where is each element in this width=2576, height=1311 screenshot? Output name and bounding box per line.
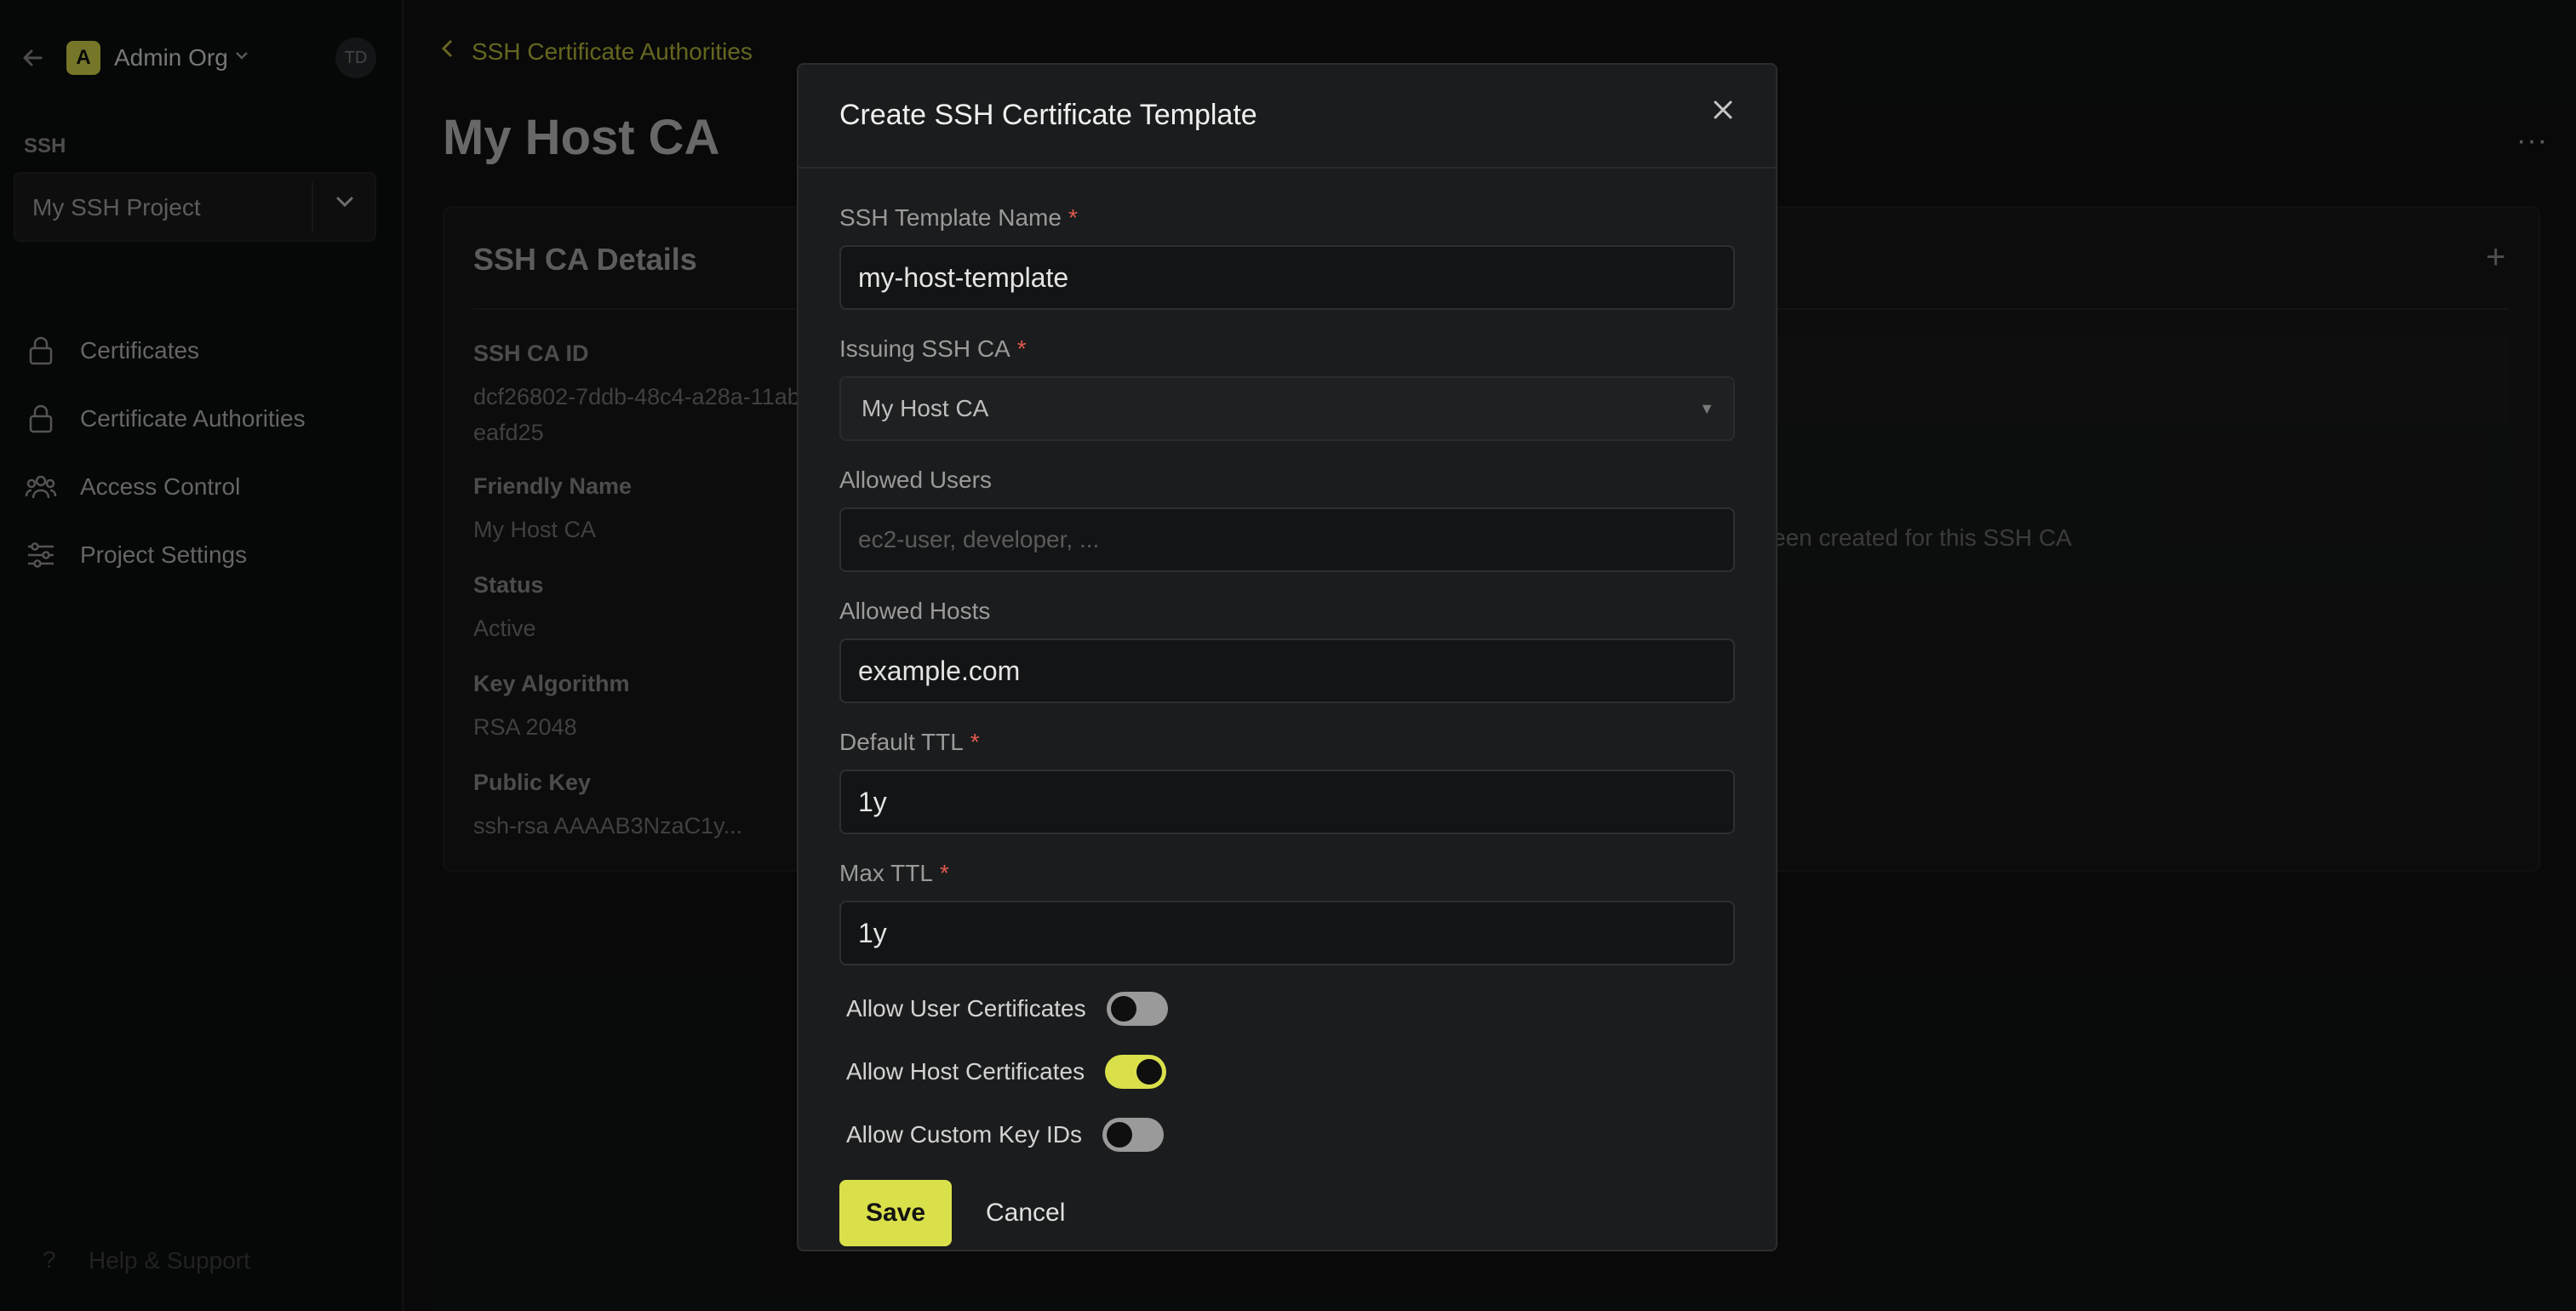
- allow-user-certificates-row: Allow User Certificates: [846, 988, 1168, 1030]
- create-template-modal: Create SSH Certificate Template SSH Temp…: [797, 63, 1777, 1251]
- allowed-hosts-input[interactable]: example.com: [839, 638, 1735, 703]
- required-marker: *: [1016, 335, 1027, 362]
- toggle-knob: [1136, 1059, 1163, 1085]
- select-value: My Host CA: [862, 395, 989, 421]
- allowed-users-field: Allowed Users ec2-user, developer, ...: [839, 467, 1735, 572]
- field-label: Allowed Users: [839, 467, 992, 493]
- cancel-button[interactable]: Cancel: [974, 1180, 1077, 1246]
- toggle-label: Allow Custom Key IDs: [846, 1121, 1082, 1148]
- modal-header: Create SSH Certificate Template: [799, 65, 1776, 169]
- field-label: Allowed Hosts: [839, 598, 991, 624]
- template-name-input[interactable]: my-host-template: [839, 245, 1735, 310]
- required-marker: *: [970, 729, 980, 755]
- allow-user-certificates-toggle[interactable]: [1106, 992, 1168, 1026]
- toggle-knob: [1110, 996, 1136, 1022]
- close-icon[interactable]: [1711, 92, 1735, 130]
- allow-custom-key-ids-toggle[interactable]: [1102, 1118, 1164, 1152]
- field-label: Max TTL *: [839, 860, 949, 886]
- allowed-users-input[interactable]: ec2-user, developer, ...: [839, 507, 1735, 572]
- field-label: SSH Template Name *: [839, 204, 1078, 231]
- issuing-ca-field: Issuing SSH CA * My Host CA ▼: [839, 335, 1735, 441]
- required-marker: *: [1068, 204, 1078, 231]
- issuing-ca-select[interactable]: My Host CA ▼: [839, 376, 1735, 441]
- toggle-knob: [1106, 1122, 1132, 1148]
- field-label: Issuing SSH CA *: [839, 335, 1027, 362]
- toggle-label: Allow User Certificates: [846, 995, 1086, 1022]
- max-ttl-field: Max TTL * 1y: [839, 860, 1735, 965]
- app-root: A Admin Org TD SSH My SSH Project Certif…: [0, 0, 2576, 1311]
- default-ttl-field: Default TTL * 1y: [839, 729, 1735, 834]
- modal-title: Create SSH Certificate Template: [839, 99, 1257, 131]
- toggle-label: Allow Host Certificates: [846, 1058, 1085, 1085]
- allowed-hosts-field: Allowed Hosts example.com: [839, 598, 1735, 703]
- template-name-field: SSH Template Name * my-host-template: [839, 204, 1735, 310]
- caret-down-icon: ▼: [1699, 400, 1714, 417]
- allow-custom-key-ids-row: Allow Custom Key IDs: [846, 1113, 1164, 1156]
- allow-host-certificates-toggle[interactable]: [1105, 1055, 1167, 1089]
- save-button[interactable]: Save: [839, 1180, 952, 1246]
- default-ttl-input[interactable]: 1y: [839, 770, 1735, 834]
- required-marker: *: [939, 860, 949, 886]
- max-ttl-input[interactable]: 1y: [839, 901, 1735, 965]
- allow-host-certificates-row: Allow Host Certificates: [846, 1051, 1167, 1093]
- field-label: Default TTL *: [839, 729, 980, 755]
